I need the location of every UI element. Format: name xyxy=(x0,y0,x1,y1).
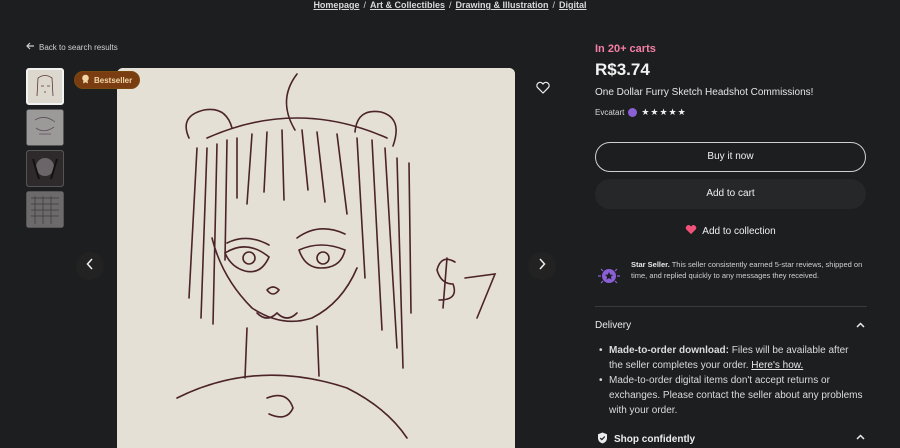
star-seller-badge-icon xyxy=(628,108,638,117)
next-image-button[interactable] xyxy=(528,252,556,280)
chevron-up-icon xyxy=(856,320,865,331)
in-carts-notice: In 20+ carts xyxy=(595,43,656,55)
section-divider xyxy=(595,306,867,307)
add-to-collection-button[interactable]: Add to collection xyxy=(595,224,866,238)
list-item: Made-to-order download: Files will be av… xyxy=(599,343,863,373)
shop-confidently-heading: Shop confidently xyxy=(614,434,696,445)
thumbnail-1[interactable] xyxy=(26,68,64,105)
shop-info: Evcatart ★★★★★ xyxy=(595,107,687,118)
favorite-button[interactable] xyxy=(530,77,556,103)
breadcrumb-separator: / xyxy=(363,0,366,10)
delivery-details: Made-to-order download: Files will be av… xyxy=(599,343,863,418)
breadcrumb-digital[interactable]: Digital xyxy=(559,0,587,10)
star-seller-label: Star Seller. xyxy=(631,260,670,269)
heart-outline-icon xyxy=(536,81,550,99)
buy-it-now-button[interactable]: Buy it now xyxy=(595,142,866,172)
add-to-collection-label: Add to collection xyxy=(702,225,776,237)
delivery-item1-bold: Made-to-order download: xyxy=(609,345,729,356)
breadcrumb-separator: / xyxy=(448,0,452,10)
back-link-label: Back to search results xyxy=(39,42,118,52)
arrow-left-icon xyxy=(26,42,35,52)
thumbnail-4[interactable] xyxy=(26,191,64,228)
shop-confidently-toggle[interactable]: Shop confidently xyxy=(597,432,865,447)
breadcrumb: Homepage / Art & Collectibles / Drawing & Il… xyxy=(0,0,900,10)
previous-image-button[interactable] xyxy=(76,252,104,280)
chevron-up-icon xyxy=(856,432,865,447)
star-seller-text: Star Seller. This seller consistently ea… xyxy=(631,259,867,292)
heres-how-link[interactable]: Here's how. xyxy=(751,360,803,371)
sketch-artwork xyxy=(117,68,515,448)
star-seller-icon xyxy=(595,259,623,292)
delivery-section-toggle[interactable]: Delivery xyxy=(595,320,865,331)
award-icon xyxy=(81,74,90,86)
product-price: R$3.74 xyxy=(595,60,650,79)
star-seller-info: Star Seller. This seller consistently ea… xyxy=(595,259,867,292)
chevron-right-icon xyxy=(538,257,546,275)
bestseller-label: Bestseller xyxy=(94,75,133,85)
rating-stars[interactable]: ★★★★★ xyxy=(641,107,686,118)
add-to-cart-button[interactable]: Add to cart xyxy=(595,179,866,209)
main-product-image[interactable] xyxy=(117,68,515,448)
thumbnail-2[interactable] xyxy=(26,109,64,146)
shop-name-link[interactable]: Evcatart xyxy=(595,108,624,117)
shield-check-icon xyxy=(597,432,608,447)
breadcrumb-homepage[interactable]: Homepage xyxy=(313,0,359,10)
delivery-heading: Delivery xyxy=(595,320,632,331)
product-title: One Dollar Furry Sketch Headshot Commiss… xyxy=(595,87,814,98)
thumbnail-3[interactable] xyxy=(26,150,64,187)
thumbnail-list xyxy=(26,68,64,232)
breadcrumb-separator: / xyxy=(552,0,556,10)
back-to-search-link[interactable]: Back to search results xyxy=(26,42,118,52)
breadcrumb-art-collectibles[interactable]: Art & Collectibles xyxy=(370,0,445,10)
breadcrumb-drawing-illustration[interactable]: Drawing & Illustration xyxy=(456,0,549,10)
bestseller-badge: Bestseller xyxy=(74,71,141,89)
heart-filled-icon xyxy=(685,224,697,238)
chevron-left-icon xyxy=(86,257,94,275)
list-item: Made-to-order digital items don't accept… xyxy=(599,373,863,418)
